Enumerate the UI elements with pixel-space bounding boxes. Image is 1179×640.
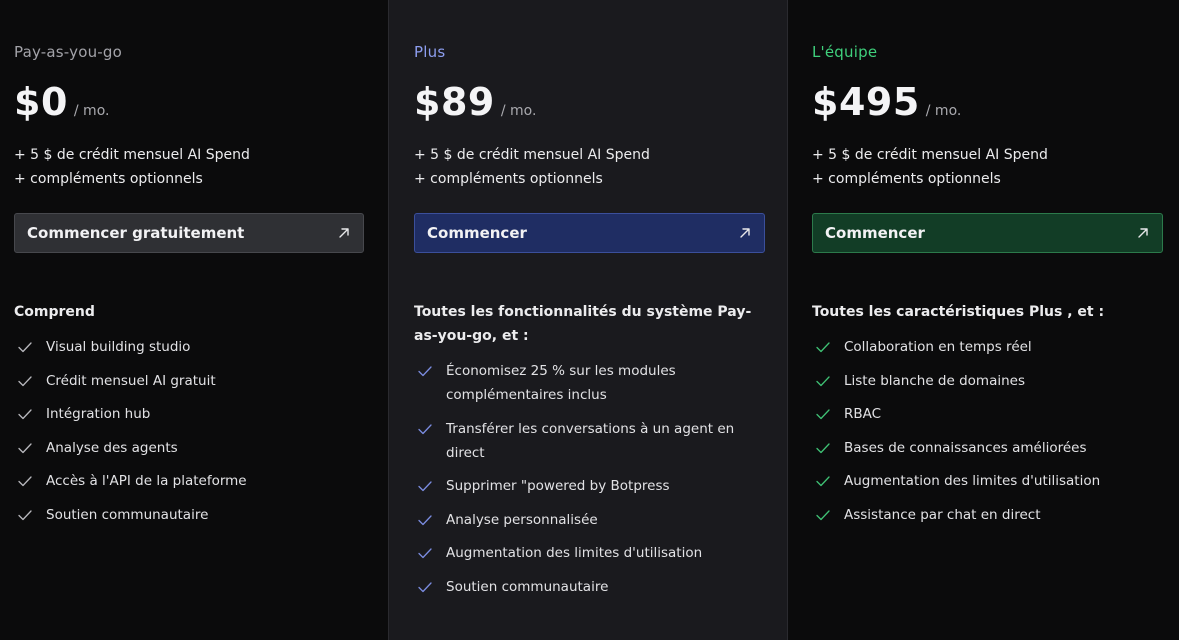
price-period: / mo.: [925, 103, 962, 119]
plan-name: Pay-as-you-go: [14, 43, 123, 61]
feature-item: Analyse des agents: [14, 436, 247, 460]
plan-name: Plus: [414, 43, 446, 61]
plan-credit: + 5 $ de crédit mensuel AI Spend + compl…: [14, 143, 250, 191]
plan-name: L'équipe: [812, 43, 878, 61]
feature-label: Collaboration en temps réel: [844, 339, 1032, 355]
feature-item: Bases de connaissances améliorées: [812, 436, 1100, 460]
cta-label: Commencer: [427, 224, 527, 242]
feature-item: RBAC: [812, 402, 1100, 426]
feature-list: Visual building studio Crédit mensuel AI…: [14, 335, 247, 537]
start-team-button[interactable]: Commencer: [812, 213, 1163, 253]
includes-title: Comprend: [14, 304, 95, 320]
feature-item: Visual building studio: [14, 335, 247, 359]
arrow-up-right-icon: [740, 228, 750, 238]
check-icon: [418, 481, 432, 492]
feature-item: Soutien communautaire: [14, 503, 247, 527]
feature-label: Augmentation des limites d'utilisation: [446, 545, 703, 562]
check-icon: [418, 548, 432, 559]
start-plus-button[interactable]: Commencer: [414, 213, 765, 253]
plan-price: $495: [812, 80, 920, 124]
feature-label: Économisez 25 % sur les modules compléme…: [446, 363, 676, 403]
feature-item: Supprimer "powered by Botpress: [414, 474, 754, 498]
feature-label: Crédit mensuel AI gratuit: [46, 372, 216, 389]
feature-item: Soutien communautaire: [414, 575, 754, 599]
check-icon: [18, 476, 32, 487]
check-icon: [18, 409, 32, 420]
check-icon: [816, 443, 830, 453]
price-row: $0 / mo.: [14, 80, 109, 124]
feature-item: Transférer les conversations à un agent …: [414, 417, 754, 465]
price-row: $89 / mo.: [414, 80, 536, 124]
plan-price: $89: [414, 80, 495, 124]
check-icon: [816, 476, 830, 487]
plan-credit: + 5 $ de crédit mensuel AI Spend + compl…: [812, 143, 1048, 191]
feature-label: Supprimer "powered by Botpress: [446, 478, 670, 495]
feature-item: Assistance par chat en direct: [812, 503, 1100, 527]
feature-item: Économisez 25 % sur les modules compléme…: [414, 359, 754, 407]
feature-label: RBAC: [844, 406, 882, 423]
credit-line: + 5 $ de crédit mensuel AI Spend: [812, 147, 1048, 163]
start-free-button[interactable]: Commencer gratuitement: [14, 213, 364, 253]
check-icon: [418, 515, 432, 525]
addons-line: + compléments optionnels: [414, 171, 603, 187]
price-row: $495 / mo.: [812, 80, 961, 124]
feature-label: Soutien communautaire: [446, 578, 609, 595]
feature-item: Collaboration en temps réel: [812, 335, 1100, 359]
check-icon: [418, 582, 432, 593]
feature-label: Transférer les conversations à un agent …: [446, 420, 735, 461]
feature-label: Analyse des agents: [46, 439, 178, 456]
feature-item: Crédit mensuel AI gratuit: [14, 369, 247, 393]
feature-item: Liste blanche de domaines: [812, 369, 1100, 393]
feature-item: Intégration hub: [14, 402, 247, 426]
feature-label: Visual building studio: [46, 339, 191, 355]
feature-label: Soutien communautaire: [46, 506, 209, 523]
addons-line: + compléments optionnels: [14, 171, 203, 187]
credit-line: + 5 $ de crédit mensuel AI Spend: [414, 147, 650, 163]
cta-label: Commencer: [825, 224, 925, 242]
plan-card-plus: Plus $89 / mo. + 5 $ de crédit mensuel A…: [388, 0, 788, 640]
check-icon: [816, 342, 830, 353]
feature-label: Assistance par chat en direct: [844, 506, 1041, 523]
arrow-up-right-icon: [339, 228, 349, 238]
feature-label: Intégration hub: [46, 406, 151, 423]
plan-card-pay-as-you-go: Pay-as-you-go $0 / mo. + 5 $ de crédit m…: [0, 0, 388, 640]
feature-list: Collaboration en temps réel Liste blanch…: [812, 335, 1100, 537]
price-period: / mo.: [500, 103, 537, 119]
addons-line: + compléments optionnels: [812, 171, 1001, 187]
feature-label: Augmentation des limites d'utilisation: [844, 473, 1101, 490]
check-icon: [418, 423, 432, 434]
price-period: / mo.: [73, 103, 110, 119]
plan-card-team: L'équipe $495 / mo. + 5 $ de crédit mens…: [788, 0, 1179, 640]
feature-label: Liste blanche de domaines: [844, 372, 1025, 389]
plan-credit: + 5 $ de crédit mensuel AI Spend + compl…: [414, 143, 650, 191]
feature-item: Analyse personnalisée: [414, 508, 754, 532]
feature-list: Économisez 25 % sur les modules compléme…: [414, 359, 754, 609]
feature-label: Accès à l'API de la plateforme: [46, 473, 247, 490]
check-icon: [18, 375, 32, 386]
check-icon: [18, 443, 32, 453]
feature-item: Augmentation des limites d'utilisation: [812, 469, 1100, 493]
plan-price: $0: [14, 80, 68, 124]
check-icon: [418, 366, 432, 377]
check-icon: [18, 510, 32, 521]
check-icon: [816, 409, 830, 420]
check-icon: [18, 342, 32, 353]
feature-label: Analyse personnalisée: [446, 511, 598, 528]
feature-item: Augmentation des limites d'utilisation: [414, 541, 754, 565]
feature-label: Bases de connaissances améliorées: [844, 439, 1087, 456]
includes-title: Toutes les fonctionnalités du système Pa…: [414, 304, 752, 344]
cta-label: Commencer gratuitement: [27, 224, 245, 242]
credit-line: + 5 $ de crédit mensuel AI Spend: [14, 147, 250, 163]
check-icon: [816, 510, 830, 521]
check-icon: [816, 375, 830, 386]
includes-title: Toutes les caractéristiques Plus , et :: [812, 304, 1105, 320]
arrow-up-right-icon: [1138, 228, 1148, 238]
feature-item: Accès à l'API de la plateforme: [14, 469, 247, 493]
pricing-plans: Pay-as-you-go $0 / mo. + 5 $ de crédit m…: [0, 0, 1179, 640]
